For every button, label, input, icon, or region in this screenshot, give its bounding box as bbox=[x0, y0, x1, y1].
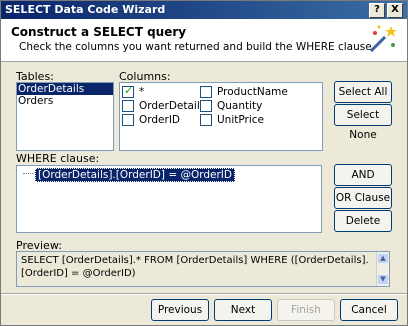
wizard-wand-icon bbox=[369, 25, 397, 53]
column-item-orderdetailid[interactable]: OrderDetailID bbox=[122, 100, 211, 112]
and-clause-button[interactable]: AND Clause bbox=[334, 164, 392, 201]
table-item-orderdetails[interactable]: OrderDetails bbox=[17, 83, 113, 95]
checkbox[interactable] bbox=[200, 100, 212, 112]
column-item-orderid[interactable]: OrderID bbox=[122, 114, 180, 126]
or-clause-button[interactable]: OR Clause bbox=[334, 187, 392, 209]
page-subtitle: Check the columns you want returned and … bbox=[19, 41, 376, 53]
column-label: UnitPrice bbox=[217, 114, 264, 126]
wizard-header: Construct a SELECT query Check the colum… bbox=[1, 19, 407, 62]
where-tree[interactable]: [OrderDetails].[OrderID] = @OrderID bbox=[16, 165, 322, 233]
where-label: WHERE clause: bbox=[16, 152, 100, 165]
select-all-button[interactable]: Select All bbox=[334, 81, 392, 103]
preview-scrollbar[interactable]: ▲ ▼ bbox=[376, 252, 389, 286]
column-item-productname[interactable]: ProductName bbox=[200, 86, 288, 98]
help-button[interactable]: ? bbox=[369, 3, 385, 18]
tables-list[interactable]: OrderDetails Orders bbox=[16, 82, 114, 151]
column-item-all[interactable]: * bbox=[122, 84, 145, 98]
column-item-unitprice[interactable]: UnitPrice bbox=[200, 114, 264, 126]
columns-list[interactable]: * OrderDetailID OrderID ProductName Quan… bbox=[119, 82, 323, 151]
page-title: Construct a SELECT query bbox=[11, 25, 187, 39]
scroll-up-icon[interactable]: ▲ bbox=[378, 254, 388, 263]
footer-divider bbox=[1, 293, 407, 295]
window-title: SELECT Data Code Wizard bbox=[5, 3, 166, 16]
tree-connector bbox=[23, 173, 33, 174]
finish-button[interactable]: Finish bbox=[277, 299, 335, 321]
select-none-button[interactable]: Select None bbox=[334, 104, 392, 141]
scroll-down-icon[interactable]: ▼ bbox=[378, 275, 388, 284]
checkbox[interactable] bbox=[200, 114, 212, 126]
preview-sql: SELECT [OrderDetails].* FROM [OrderDetai… bbox=[21, 255, 369, 279]
next-button[interactable]: Next bbox=[214, 299, 272, 321]
preview-text: SELECT [OrderDetails].* FROM [OrderDetai… bbox=[16, 251, 390, 287]
cancel-button[interactable]: Cancel bbox=[340, 299, 398, 321]
title-bar: SELECT Data Code Wizard ? X bbox=[1, 1, 407, 19]
column-label: OrderID bbox=[139, 114, 181, 126]
wizard-window: SELECT Data Code Wizard ? X Construct a … bbox=[0, 0, 408, 326]
close-button[interactable]: X bbox=[387, 3, 403, 18]
checkbox[interactable] bbox=[200, 86, 212, 98]
checkbox-checked[interactable] bbox=[122, 84, 134, 98]
column-label: ProductName bbox=[217, 86, 288, 98]
delete-button[interactable]: Delete bbox=[334, 210, 392, 232]
column-label: Quantity bbox=[217, 100, 263, 112]
checkbox[interactable] bbox=[122, 114, 134, 126]
column-item-quantity[interactable]: Quantity bbox=[200, 100, 262, 112]
previous-button[interactable]: Previous bbox=[151, 299, 209, 321]
where-condition-item[interactable]: [OrderDetails].[OrderID] = @OrderID bbox=[35, 168, 235, 182]
checkbox[interactable] bbox=[122, 100, 134, 112]
table-item-orders[interactable]: Orders bbox=[17, 95, 113, 107]
column-label: * bbox=[139, 86, 145, 98]
